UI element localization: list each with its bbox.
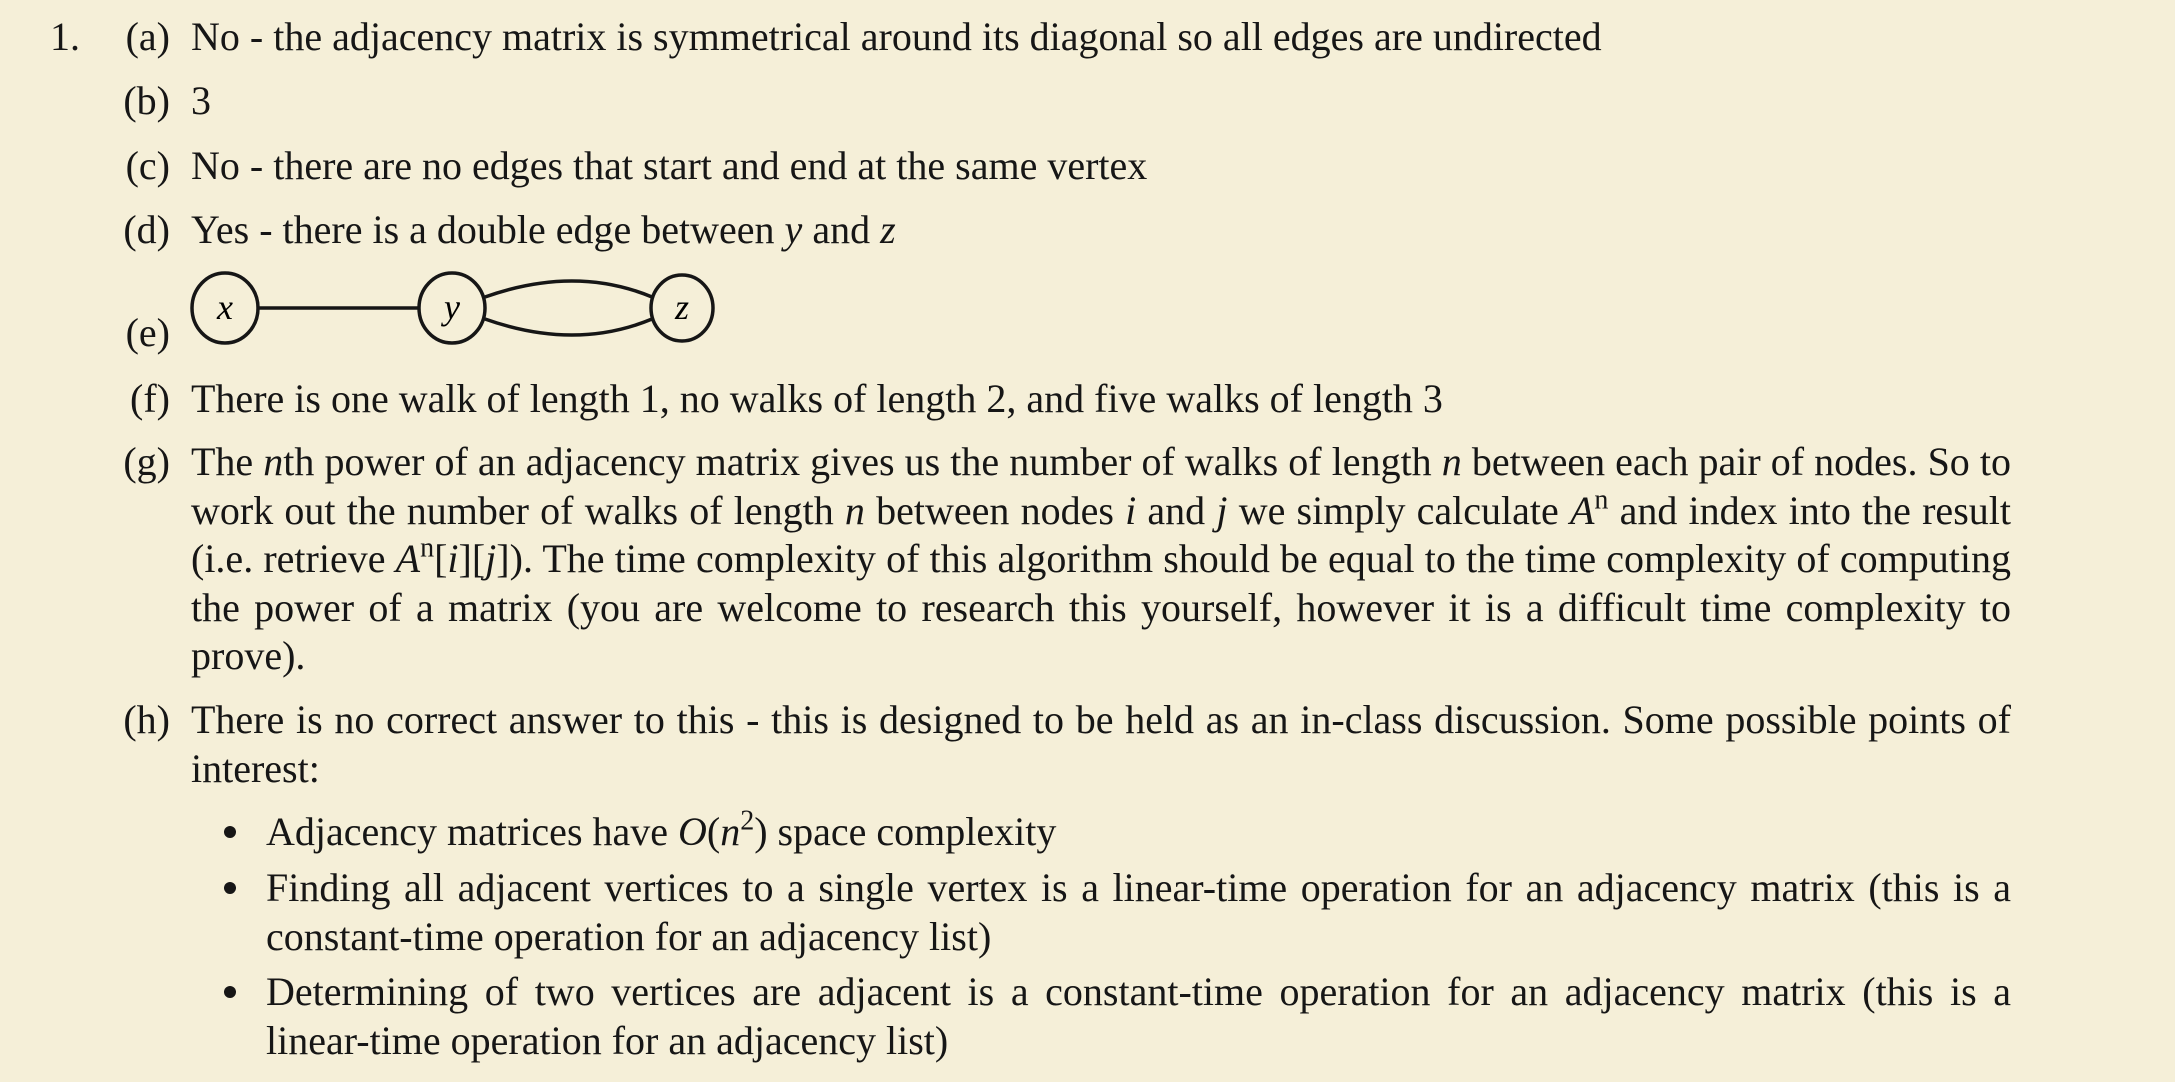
math-symbol: n xyxy=(1594,484,1609,516)
math-symbol: z xyxy=(880,207,896,252)
item-label-a: (a) xyxy=(125,14,170,59)
item-label-d: (d) xyxy=(123,207,170,252)
text-segment: Yes - there is a double edge between xyxy=(191,207,785,252)
text-segment: th power of an adjacency matrix gives us… xyxy=(283,439,1442,484)
answer-c: No - there are no edges that start and e… xyxy=(191,142,2011,191)
math-symbol: n xyxy=(263,439,284,484)
text-segment: There is one walk of length 1, no walks … xyxy=(191,376,1443,421)
answer-h: There is no correct answer to this - thi… xyxy=(191,696,2011,793)
item-label-b: (b) xyxy=(123,78,170,123)
math-symbol: n xyxy=(420,532,435,564)
item-label-e: (e) xyxy=(125,310,170,355)
item-label-f: (f) xyxy=(130,376,170,421)
bullet-item: Finding all adjacent vertices to a singl… xyxy=(266,864,2011,961)
bullet-icon xyxy=(224,882,236,894)
node-x-label: x xyxy=(216,287,233,327)
edge-y-z-upper xyxy=(484,279,653,299)
answer-g: The nth power of an adjacency matrix giv… xyxy=(191,438,2011,681)
edge-y-z-lower xyxy=(484,317,653,337)
answer-b: 3 xyxy=(191,77,2011,126)
text-segment: There is no correct answer to this - thi… xyxy=(191,697,2011,791)
node-z-label: z xyxy=(674,287,689,327)
text-segment: ( xyxy=(706,809,721,854)
bullet-item: Determining of two vertices are adjacent… xyxy=(266,968,2011,1065)
math-symbol: j xyxy=(1216,487,1228,533)
bullet-icon xyxy=(224,826,236,838)
text-segment: ) space complexity xyxy=(754,809,1057,854)
item-label-g: (g) xyxy=(123,439,170,484)
node-y-label: y xyxy=(441,287,460,327)
text-segment: ][ xyxy=(458,536,486,581)
item-label-c: (c) xyxy=(125,143,170,188)
graph-diagram: x y z xyxy=(190,271,715,345)
text-segment: and xyxy=(1136,487,1217,533)
math-symbol: n xyxy=(844,487,865,533)
math-symbol: y xyxy=(784,207,803,252)
text-segment: 3 xyxy=(191,78,211,123)
text-segment: [ xyxy=(434,536,448,581)
answer-d: Yes - there is a double edge between y a… xyxy=(191,206,2011,255)
text-segment: Determining of two vertices are adjacent… xyxy=(266,969,2011,1063)
answer-f: There is one walk of length 1, no walks … xyxy=(191,375,2011,424)
text-segment: and xyxy=(802,207,881,252)
math-symbol: j xyxy=(485,536,497,581)
text-segment: between nodes xyxy=(864,487,1126,533)
bullet-icon xyxy=(224,986,236,998)
text-segment: No - the adjacency matrix is symmetrical… xyxy=(191,14,1602,59)
text-segment: Finding all adjacent vertices to a singl… xyxy=(266,865,2011,959)
math-symbol: 2 xyxy=(740,805,755,837)
answer-a: No - the adjacency matrix is symmetrical… xyxy=(191,13,2011,62)
text-segment: The xyxy=(191,439,264,484)
math-symbol: i xyxy=(1125,487,1137,533)
item-label-h: (h) xyxy=(123,697,170,742)
text-segment: we simply calculate xyxy=(1227,487,1570,533)
text-segment: No - there are no edges that start and e… xyxy=(191,143,1148,188)
bullet-item: Adjacency matrices have O(n2) space comp… xyxy=(266,805,2011,857)
math-symbol: i xyxy=(447,536,459,581)
math-symbol: A xyxy=(395,536,421,581)
math-symbol: A xyxy=(1569,487,1595,533)
math-symbol: O xyxy=(678,809,707,854)
math-symbol: n xyxy=(1441,439,1462,484)
math-symbol: n xyxy=(720,809,741,854)
text-segment: Adjacency matrices have xyxy=(266,809,679,854)
